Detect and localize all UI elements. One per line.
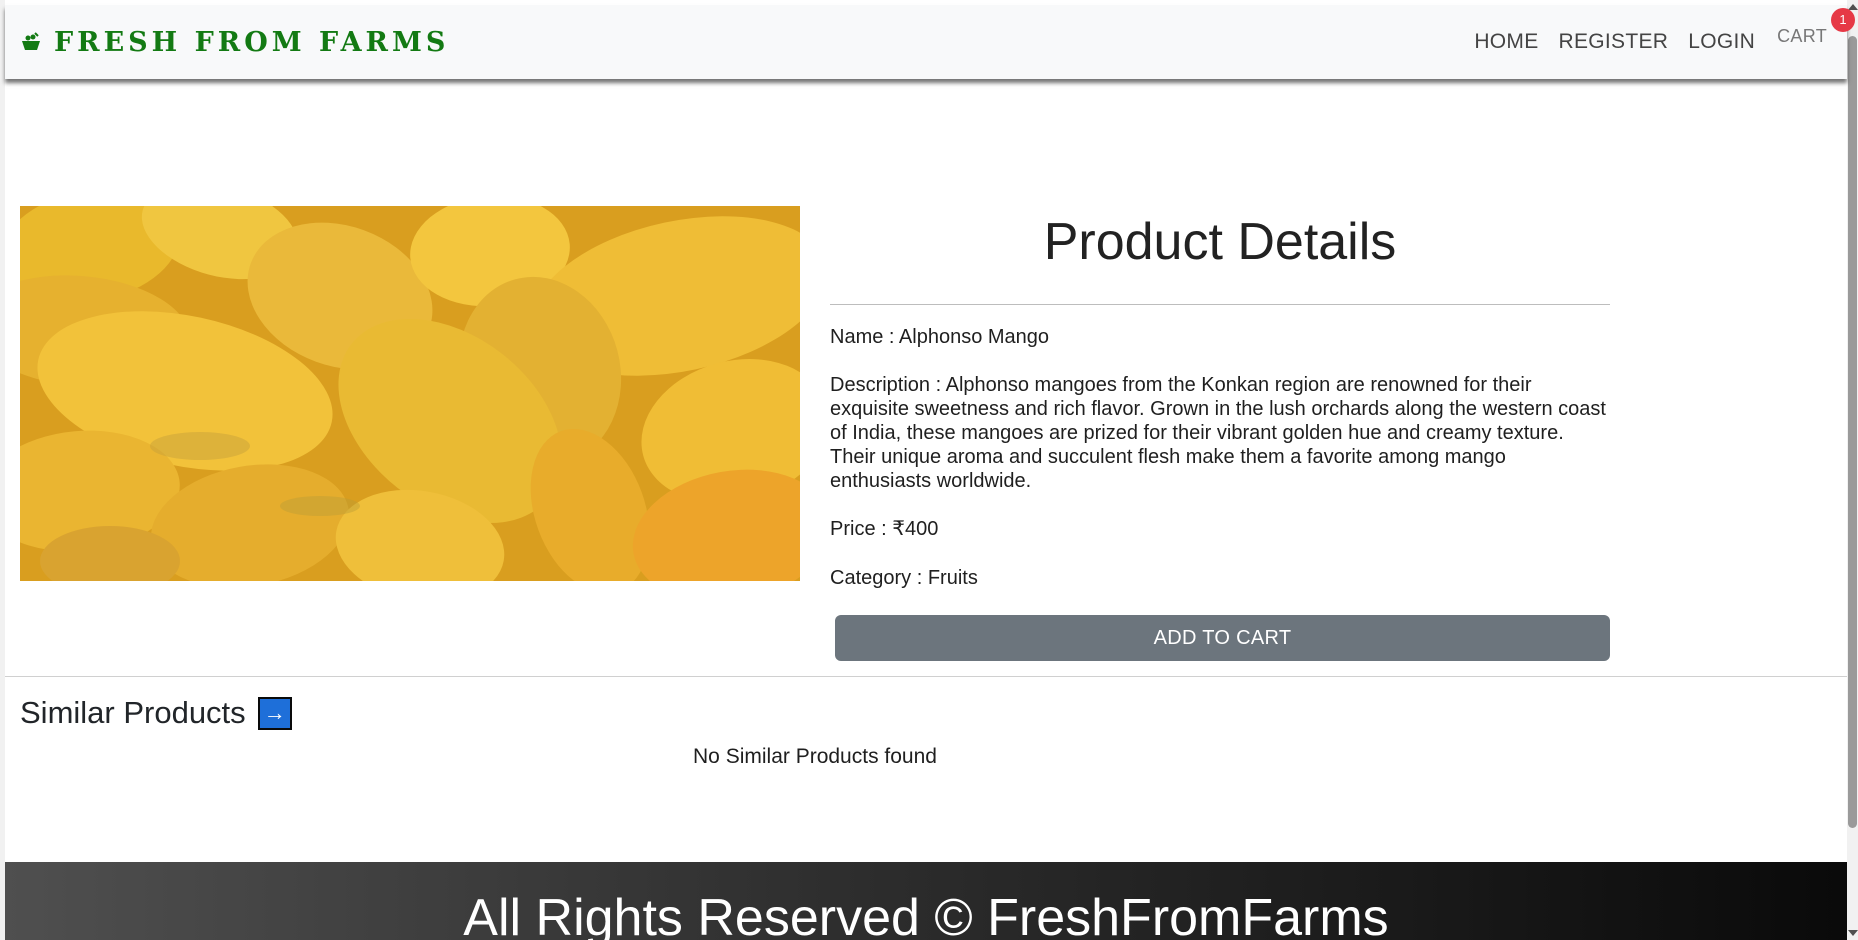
product-price: Price : ₹400 xyxy=(830,518,939,540)
nav-cart[interactable]: CART xyxy=(1777,26,1827,46)
vertical-scrollbar[interactable] xyxy=(1847,0,1858,940)
product-description: Description : Alphonso mangoes from the … xyxy=(830,374,1606,492)
details-divider xyxy=(830,304,1610,305)
basket-icon xyxy=(20,31,42,53)
nav-register[interactable]: REGISTER xyxy=(1559,30,1669,54)
product-name: Name : Alphonso Mango xyxy=(830,326,1050,348)
footer: All Rights Reserved © FreshFromFarms xyxy=(5,862,1847,940)
scroll-thumb[interactable] xyxy=(1848,36,1857,828)
similar-products-title: Similar Products xyxy=(20,695,246,730)
left-gutter xyxy=(0,0,5,940)
no-similar-products-message: No Similar Products found xyxy=(693,745,937,768)
product-details: Product Details Name : Alphonso Mango De… xyxy=(830,206,1610,661)
brand-link[interactable]: FRESH FROM FARMS xyxy=(20,27,449,58)
brand-name: FRESH FROM FARMS xyxy=(54,26,450,58)
nav-login[interactable]: LOGIN xyxy=(1688,30,1755,54)
similar-products-header: Similar Products → xyxy=(20,695,292,731)
product-image xyxy=(20,206,800,581)
cart-wrapper: CART 1 xyxy=(1777,7,1855,47)
footer-copyright: All Rights Reserved © FreshFromFarms xyxy=(463,889,1389,940)
scroll-down-icon[interactable] xyxy=(1848,930,1858,936)
arrow-right-icon[interactable]: → xyxy=(257,696,292,730)
cart-count-badge: 1 xyxy=(1831,7,1855,32)
navbar: FRESH FROM FARMS HOME REGISTER LOGIN CAR… xyxy=(5,5,1855,79)
product-category: Category : Fruits xyxy=(830,567,978,589)
page-title: Product Details xyxy=(1043,213,1397,271)
nav-links: HOME REGISTER LOGIN CART 1 xyxy=(1474,7,1855,54)
mangoes-image xyxy=(20,206,800,581)
add-to-cart-button[interactable]: ADD TO CART xyxy=(835,615,1610,661)
nav-home[interactable]: HOME xyxy=(1474,30,1538,54)
page: FRESH FROM FARMS HOME REGISTER LOGIN CAR… xyxy=(0,0,1858,940)
section-divider xyxy=(5,676,1847,677)
